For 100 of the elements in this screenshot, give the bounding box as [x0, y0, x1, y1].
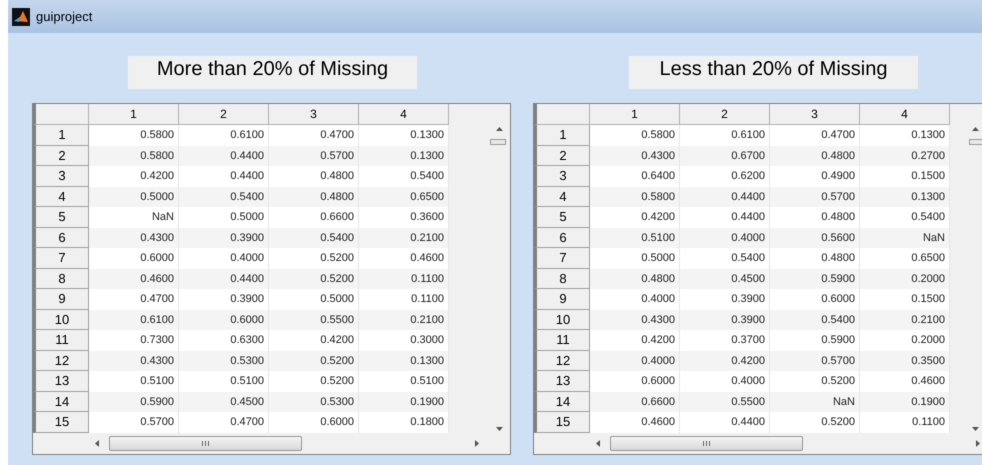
table-cell: 0.1500 [860, 166, 950, 186]
table-cell: 0.6200 [680, 166, 770, 186]
row-header[interactable]: 2 [33, 146, 89, 166]
row-header[interactable]: 14 [33, 392, 89, 412]
table-cell: 0.1500 [860, 289, 950, 310]
table-cell: 0.4400 [680, 186, 770, 207]
table-cell: 0.5200 [269, 248, 359, 268]
table-cell: 0.4800 [770, 248, 860, 268]
row-header[interactable]: 10 [534, 310, 590, 330]
table-cell: 0.4800 [770, 146, 860, 166]
table-cell: 0.1100 [860, 412, 950, 432]
row-header[interactable]: 1 [534, 125, 590, 146]
table-cell: 0.6100 [680, 125, 770, 146]
table-cell: 0.4600 [860, 371, 950, 392]
table-cell: 0.4400 [179, 146, 269, 166]
table-cell: 0.4600 [359, 248, 449, 268]
table-cell: 0.6500 [359, 186, 449, 207]
table-cell: 0.4000 [680, 371, 770, 392]
table-cell: 0.3600 [359, 207, 449, 228]
row-header[interactable]: 10 [33, 310, 89, 330]
table-cell: 0.3900 [680, 310, 770, 330]
table-cell: 0.5200 [770, 412, 860, 432]
table-cell: 0.5500 [680, 392, 770, 412]
table-cell: 0.5800 [89, 125, 179, 146]
row-header[interactable]: 15 [33, 412, 89, 432]
table-cell: 0.5300 [179, 350, 269, 371]
row-header[interactable]: 3 [33, 166, 89, 186]
table-cell: 0.5400 [680, 248, 770, 268]
table-cell: 0.5700 [89, 412, 179, 432]
table-cell: 0.6100 [89, 310, 179, 330]
table-cell: 0.4800 [269, 166, 359, 186]
row-header[interactable]: 14 [534, 392, 590, 412]
table-cell: 0.4000 [680, 228, 770, 248]
row-header[interactable]: 2 [534, 146, 590, 166]
table-cell: 0.5200 [269, 268, 359, 289]
table-cell: 0.6000 [269, 412, 359, 432]
row-header[interactable]: 1 [33, 125, 89, 146]
table-cell: 0.5200 [269, 371, 359, 392]
row-header[interactable]: 4 [33, 186, 89, 207]
row-header[interactable]: 3 [534, 166, 590, 186]
row-header[interactable]: 5 [33, 207, 89, 228]
table-cell: NaN [89, 207, 179, 228]
table-cell: 0.5500 [269, 310, 359, 330]
table-cell: 0.5400 [860, 207, 950, 228]
row-header[interactable]: 12 [33, 350, 89, 371]
table-cell: 0.4200 [590, 330, 680, 350]
table-cell: 0.5600 [770, 228, 860, 248]
table-cell: 0.5000 [590, 248, 680, 268]
table-cell: 0.5700 [269, 146, 359, 166]
table-cell: 0.2000 [860, 330, 950, 350]
table-cell: 0.5000 [179, 207, 269, 228]
table-cell: 0.5400 [359, 166, 449, 186]
table-cell: 0.4700 [770, 125, 860, 146]
table-cell: 0.5000 [89, 186, 179, 207]
row-header[interactable]: 4 [534, 186, 590, 207]
table-cell: NaN [860, 228, 950, 248]
table-cell: 0.5800 [89, 146, 179, 166]
table-cell: 0.3000 [359, 330, 449, 350]
table-cell: 0.1800 [359, 412, 449, 432]
window-title: guiproject [36, 8, 92, 26]
row-header[interactable]: 11 [534, 330, 590, 350]
row-header[interactable]: 5 [534, 207, 590, 228]
table-cell: 0.4800 [770, 207, 860, 228]
table-cell: NaN [770, 392, 860, 412]
table-cell: 0.1900 [359, 392, 449, 412]
table-cell: 0.4400 [680, 412, 770, 432]
row-header[interactable]: 11 [33, 330, 89, 350]
table-cell: 0.5000 [269, 289, 359, 310]
table-cell: 0.6000 [89, 248, 179, 268]
table-cell: 0.4300 [590, 146, 680, 166]
table-cell: 0.4600 [590, 412, 680, 432]
row-header[interactable]: 9 [33, 289, 89, 310]
row-header[interactable]: 13 [534, 371, 590, 392]
table-cell: 0.4700 [179, 412, 269, 432]
row-header[interactable]: 7 [534, 248, 590, 268]
table-cell: 0.4400 [179, 268, 269, 289]
table-cell: 0.6000 [770, 289, 860, 310]
row-header[interactable]: 9 [534, 289, 590, 310]
table-cell: 0.4000 [590, 350, 680, 371]
table-cell: 0.4000 [179, 248, 269, 268]
table-cell: 0.5200 [770, 371, 860, 392]
table-cell: 0.5400 [269, 228, 359, 248]
row-header[interactable]: 6 [534, 228, 590, 248]
table-cell: 0.6000 [179, 310, 269, 330]
table-cell: 0.6600 [269, 207, 359, 228]
table-cell: 0.4400 [179, 166, 269, 186]
table-cell: 0.4400 [680, 207, 770, 228]
row-header[interactable]: 8 [33, 268, 89, 289]
table-cell: 0.4900 [770, 166, 860, 186]
table-cell: 0.3500 [860, 350, 950, 371]
table-cell: 0.5100 [179, 371, 269, 392]
row-header[interactable]: 6 [33, 228, 89, 248]
row-header[interactable]: 12 [534, 350, 590, 371]
table-cell: 0.4300 [590, 310, 680, 330]
table-cell: 0.5900 [89, 392, 179, 412]
table-cell: 0.6700 [680, 146, 770, 166]
row-header[interactable]: 13 [33, 371, 89, 392]
row-header[interactable]: 15 [534, 412, 590, 432]
row-header[interactable]: 8 [534, 268, 590, 289]
row-header[interactable]: 7 [33, 248, 89, 268]
